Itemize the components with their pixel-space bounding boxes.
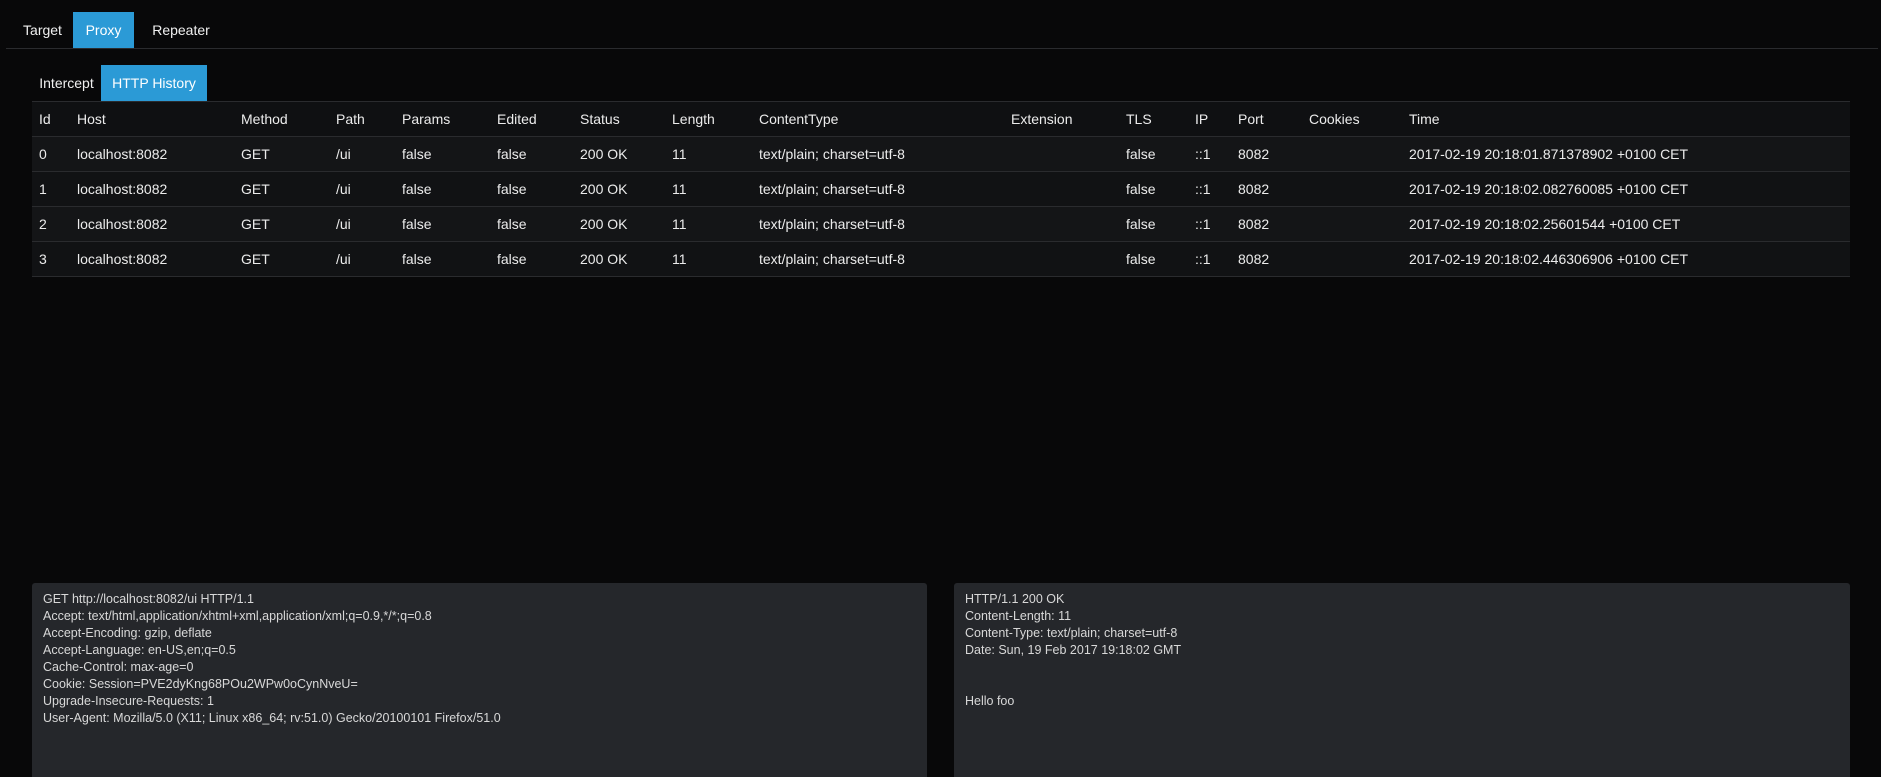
response-line	[965, 676, 1839, 693]
cell-host: localhost:8082	[77, 146, 168, 162]
request-line: Cache-Control: max-age=0	[43, 660, 194, 674]
cell-status: 200 OK	[580, 216, 628, 232]
request-line: Upgrade-Insecure-Requests: 1	[43, 694, 214, 708]
column-header-host[interactable]: Host	[77, 102, 106, 137]
top-tab-bar: Target Proxy Repeater	[6, 0, 1878, 49]
response-line: Date: Sun, 19 Feb 2017 19:18:02 GMT	[965, 643, 1182, 657]
column-header-length[interactable]: Length	[672, 102, 715, 137]
cell-status: 200 OK	[580, 146, 628, 162]
table-row[interactable]: 0 localhost:8082 GET/ui false false 200 OK 11 t…	[32, 137, 1850, 172]
column-header-edited[interactable]: Edited	[497, 102, 537, 137]
cell-path: /ui	[336, 251, 351, 267]
cell-length: 11	[672, 251, 687, 267]
column-header-time[interactable]: Time	[1409, 102, 1440, 137]
table-row[interactable]: 3 localhost:8082 GET/ui false false 200 OK 11 t…	[32, 242, 1850, 277]
cell-method: GET	[241, 181, 270, 197]
cell-method: GET	[241, 146, 270, 162]
column-header-id[interactable]: Id	[39, 102, 51, 137]
cell-contenttype: text/plain; charset=utf-8	[759, 146, 905, 162]
cell-params: false	[402, 181, 432, 197]
cell-edited: false	[497, 216, 527, 232]
cell-tls: false	[1126, 216, 1156, 232]
column-header-method[interactable]: Method	[241, 102, 288, 137]
table-body: 0 localhost:8082 GET/ui false false 200 OK 11 t…	[32, 137, 1850, 277]
cell-time: 2017-02-19 20:18:02.25601544 +0100 CET	[1409, 216, 1681, 232]
request-line: Accept-Encoding: gzip, deflate	[43, 626, 212, 640]
cell-port: 8082	[1238, 181, 1270, 197]
cell-port: 8082	[1238, 251, 1270, 267]
cell-tls: false	[1126, 251, 1156, 267]
request-line: User-Agent: Mozilla/5.0 (X11; Linux x86_…	[43, 711, 501, 725]
cell-id: 1	[39, 181, 47, 197]
cell-method: GET	[241, 216, 270, 232]
cell-edited: false	[497, 181, 527, 197]
request-line: Cookie: Session=PVE2dyKng68POu2WPw0oCynN…	[43, 677, 358, 691]
response-line: Hello foo	[965, 694, 1015, 708]
table-row[interactable]: 2 localhost:8082 GET/ui false false 200 OK 11 t…	[32, 207, 1850, 242]
column-header-tls[interactable]: TLS	[1126, 102, 1152, 137]
subtab-http-history[interactable]: HTTP History	[101, 65, 207, 101]
column-header-port[interactable]: Port	[1238, 102, 1264, 137]
tab-repeater[interactable]: Repeater	[143, 12, 219, 48]
column-header-ip[interactable]: IP	[1195, 102, 1208, 137]
cell-method: GET	[241, 251, 270, 267]
cell-time: 2017-02-19 20:18:02.446306906 +0100 CET	[1409, 251, 1689, 267]
response-line: HTTP/1.1 200 OK	[965, 592, 1065, 606]
cell-edited: false	[497, 251, 527, 267]
request-line: Accept: text/html,application/xhtml+xml,…	[43, 609, 432, 623]
cell-id: 3	[39, 251, 47, 267]
cell-port: 8082	[1238, 146, 1270, 162]
cell-id: 0	[39, 146, 47, 162]
response-panel[interactable]: HTTP/1.1 200 OK Content-Length: 11 Content…	[954, 583, 1850, 777]
column-header-path[interactable]: Path	[336, 102, 365, 137]
cell-contenttype: text/plain; charset=utf-8	[759, 216, 905, 232]
http-history-table: Id Host Method Path Params Edited Status…	[32, 102, 1850, 277]
cell-ip: ::1	[1195, 146, 1211, 162]
tab-proxy[interactable]: Proxy	[73, 12, 134, 48]
table-row[interactable]: 1 localhost:8082 GET/ui false false 200 OK 11 t…	[32, 172, 1850, 207]
tab-target[interactable]: Target	[12, 12, 73, 48]
request-panel[interactable]: GET http://localhost:8082/ui HTTP/1.1 Acc…	[32, 583, 927, 777]
response-line: Content-Type: text/plain; charset=utf-8	[965, 626, 1178, 640]
column-header-status[interactable]: Status	[580, 102, 620, 137]
cell-contenttype: text/plain; charset=utf-8	[759, 251, 905, 267]
cell-path: /ui	[336, 146, 351, 162]
cell-length: 11	[672, 181, 687, 197]
response-line	[965, 659, 1839, 676]
cell-contenttype: text/plain; charset=utf-8	[759, 181, 905, 197]
cell-params: false	[402, 146, 432, 162]
request-line: GET http://localhost:8082/ui HTTP/1.1	[43, 592, 254, 606]
cell-time: 2017-02-19 20:18:02.082760085 +0100 CET	[1409, 181, 1689, 197]
cell-path: /ui	[336, 216, 351, 232]
column-header-contenttype[interactable]: ContentType	[759, 102, 838, 137]
cell-ip: ::1	[1195, 251, 1211, 267]
cell-host: localhost:8082	[77, 216, 168, 232]
proxy-app: Target Proxy Repeater Intercept HTTP His…	[0, 0, 1881, 777]
cell-params: false	[402, 251, 432, 267]
subtab-intercept[interactable]: Intercept	[32, 65, 101, 101]
table-header-row: Id Host Method Path Params Edited Status…	[32, 102, 1850, 137]
column-header-cookies[interactable]: Cookies	[1309, 102, 1360, 137]
cell-status: 200 OK	[580, 251, 628, 267]
request-line: Accept-Language: en-US,en;q=0.5	[43, 643, 236, 657]
column-header-params[interactable]: Params	[402, 102, 450, 137]
cell-host: localhost:8082	[77, 251, 168, 267]
cell-tls: false	[1126, 146, 1156, 162]
cell-status: 200 OK	[580, 181, 628, 197]
cell-params: false	[402, 216, 432, 232]
sub-tab-bar: Intercept HTTP History	[32, 55, 1850, 102]
response-line: Content-Length: 11	[965, 609, 1072, 623]
cell-path: /ui	[336, 181, 351, 197]
cell-tls: false	[1126, 181, 1156, 197]
cell-ip: ::1	[1195, 216, 1211, 232]
cell-ip: ::1	[1195, 181, 1211, 197]
column-header-extension[interactable]: Extension	[1011, 102, 1072, 137]
cell-edited: false	[497, 146, 527, 162]
cell-id: 2	[39, 216, 47, 232]
cell-length: 11	[672, 216, 687, 232]
cell-length: 11	[672, 146, 687, 162]
cell-time: 2017-02-19 20:18:01.871378902 +0100 CET	[1409, 146, 1689, 162]
cell-host: localhost:8082	[77, 181, 168, 197]
cell-port: 8082	[1238, 216, 1270, 232]
